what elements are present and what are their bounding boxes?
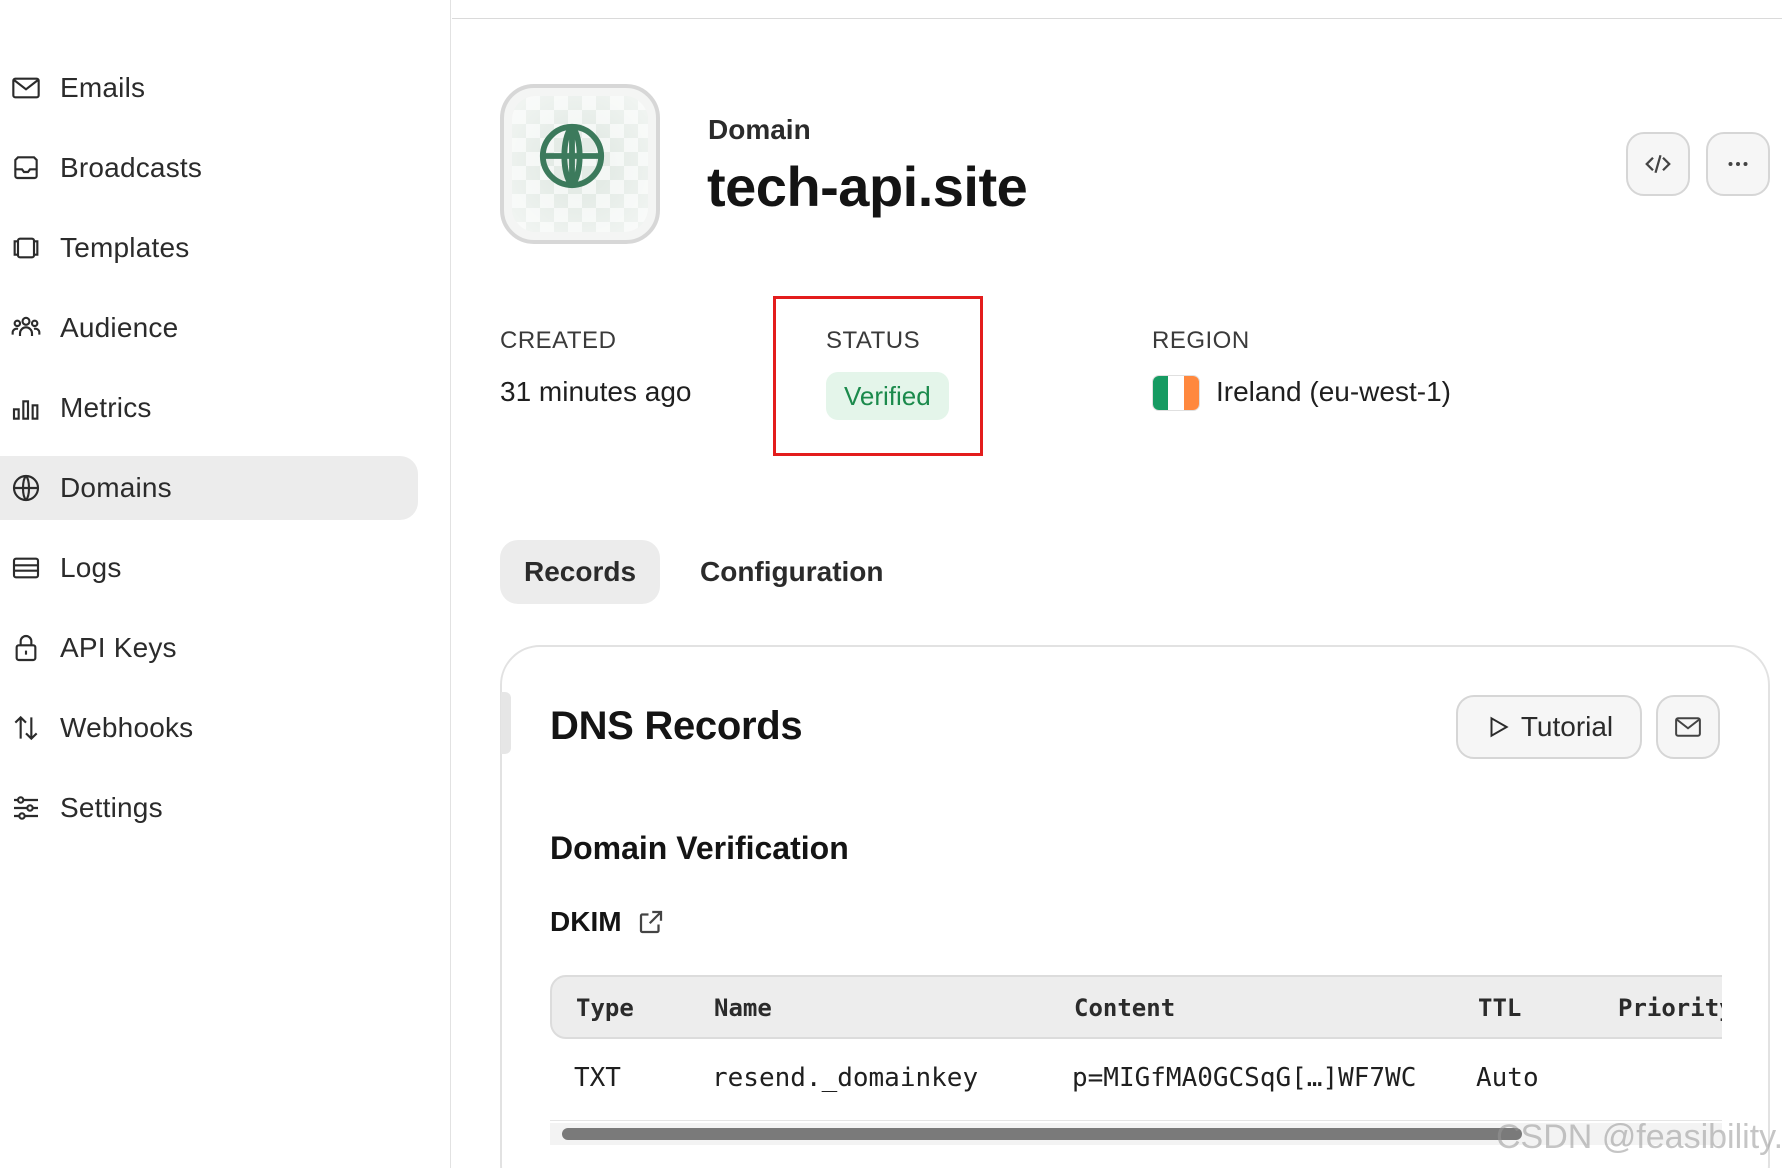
- email-records-button[interactable]: [1656, 695, 1720, 759]
- play-icon: [1490, 716, 1509, 738]
- sliders-icon: [14, 796, 38, 820]
- mail-icon: [12, 77, 40, 99]
- lock-icon: [15, 635, 37, 662]
- external-link-icon[interactable]: [636, 907, 666, 937]
- status-highlight-box: [773, 296, 983, 456]
- sidebar-item-label: Templates: [60, 232, 190, 263]
- dns-records-title: DNS Records: [550, 704, 803, 748]
- flag-stripe-orange: [1183, 376, 1199, 410]
- tab-configuration[interactable]: Configuration: [700, 540, 884, 604]
- sidebar-item-audience[interactable]: Audience: [0, 296, 418, 360]
- column-header-priority: Priority: [1618, 994, 1722, 1022]
- page-eyebrow: Domain: [708, 114, 811, 145]
- column-header-type: Type: [576, 994, 634, 1022]
- sidebar-item-metrics[interactable]: Metrics: [0, 376, 418, 440]
- tutorial-button[interactable]: Tutorial: [1456, 695, 1642, 759]
- cell-ttl: Auto: [1476, 1063, 1539, 1093]
- code-icon: [1645, 154, 1671, 174]
- api-code-button[interactable]: [1626, 132, 1690, 196]
- mail-icon: [1675, 717, 1701, 737]
- cell-name[interactable]: resend._domainkey: [712, 1063, 978, 1093]
- dkim-heading: DKIM: [550, 906, 666, 938]
- created-value: 31 minutes ago: [500, 376, 692, 407]
- globe-icon: [12, 474, 40, 502]
- card-accent-bar: [501, 692, 511, 754]
- sidebar-item-templates[interactable]: Templates: [0, 216, 418, 280]
- sidebar-item-label: API Keys: [60, 632, 177, 663]
- more-horizontal-icon: ···: [1728, 162, 1748, 166]
- page-title: tech-api.site: [707, 155, 1028, 218]
- sidebar-item-label: Settings: [60, 792, 163, 823]
- sidebar-item-webhooks[interactable]: Webhooks: [0, 696, 418, 760]
- tutorial-label: Tutorial: [1520, 711, 1614, 742]
- more-actions-button[interactable]: ···: [1706, 132, 1770, 196]
- region-label: REGION: [1152, 327, 1250, 354]
- users-icon: [11, 316, 41, 336]
- watermark: CSDN @feasibility.: [1496, 1118, 1782, 1156]
- sidebar-item-label: Logs: [60, 552, 122, 583]
- sidebar-item-broadcasts[interactable]: Broadcasts: [0, 136, 418, 200]
- domain-avatar: [500, 84, 660, 244]
- column-header-ttl: TTL: [1478, 994, 1522, 1022]
- globe-icon: [539, 123, 605, 189]
- inbox-icon: [14, 156, 38, 180]
- sidebar-item-label: Broadcasts: [60, 152, 203, 183]
- horizontal-scrollbar-thumb[interactable]: [562, 1128, 1522, 1140]
- sidebar-item-label: Emails: [60, 72, 146, 103]
- bar-chart-icon: [12, 400, 39, 420]
- ireland-flag-icon: [1152, 375, 1200, 411]
- logs-icon: [12, 557, 40, 579]
- main-content: Domain tech-api.site ··· CREATED 31 minu…: [452, 0, 1782, 1168]
- sidebar-item-settings[interactable]: Settings: [0, 776, 418, 840]
- sidebar: Emails Broadcasts Templates Audience Met…: [0, 0, 451, 1168]
- templates-icon: [13, 237, 39, 259]
- column-header-content: Content: [1074, 994, 1176, 1022]
- sidebar-item-label: Metrics: [60, 392, 152, 423]
- flag-stripe-green: [1153, 376, 1169, 410]
- domain-verification-title: Domain Verification: [550, 830, 849, 866]
- sidebar-item-api-keys[interactable]: API Keys: [0, 616, 418, 680]
- top-divider: [452, 18, 1782, 19]
- dkim-label: DKIM: [550, 906, 622, 937]
- table-header: Type Name Content TTL Priority: [550, 975, 1722, 1039]
- arrows-up-down-icon: [14, 715, 38, 741]
- sidebar-item-logs[interactable]: Logs: [0, 536, 418, 600]
- sidebar-item-label: Domains: [60, 472, 172, 503]
- flag-stripe-white: [1168, 376, 1184, 410]
- region-value: Ireland (eu-west-1): [1216, 376, 1451, 407]
- sidebar-item-label: Audience: [60, 312, 179, 343]
- cell-content[interactable]: p=MIGfMA0GCSqG[…]WF7WC: [1072, 1063, 1416, 1093]
- sidebar-item-emails[interactable]: Emails: [0, 56, 418, 120]
- sidebar-item-label: Webhooks: [60, 712, 194, 743]
- created-label: CREATED: [500, 327, 617, 354]
- sidebar-item-domains[interactable]: Domains: [0, 456, 418, 520]
- cell-type: TXT: [574, 1063, 621, 1093]
- column-header-name: Name: [714, 994, 772, 1022]
- tab-records[interactable]: Records: [500, 540, 661, 604]
